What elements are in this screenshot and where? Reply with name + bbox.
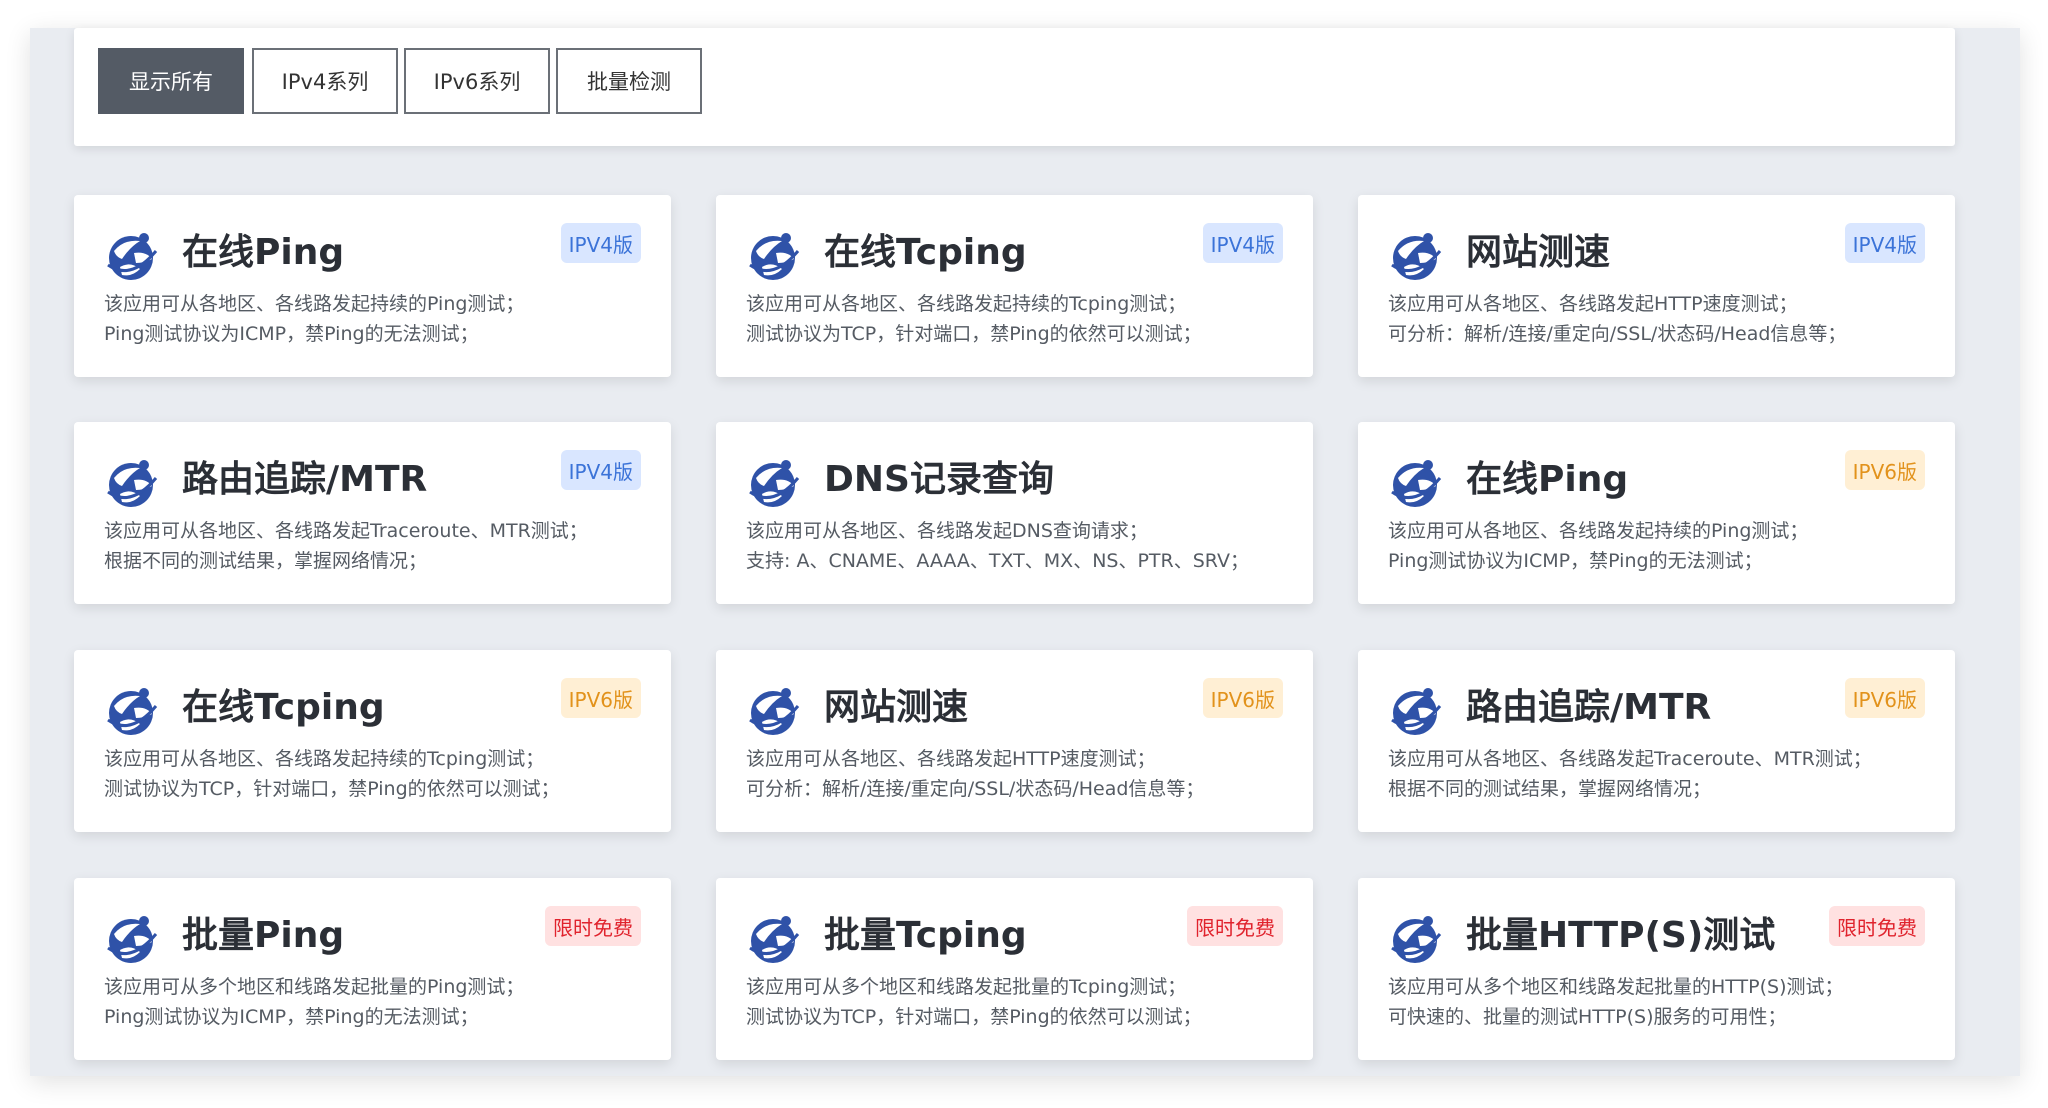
globe-network-icon (104, 456, 158, 510)
description-line: Ping测试协议为ICMP，禁Ping的无法测试； (104, 1006, 479, 1028)
version-badge: IPV4版 (1844, 223, 1925, 263)
card-description: 该应用可从多个地区和线路发起批量的Ping测试； Ping测试协议为ICMP，禁P… (104, 972, 651, 1032)
card-description: 该应用可从各地区、各线路发起持续的Ping测试； Ping测试协议为ICMP，禁P… (1388, 516, 1935, 576)
description-line: 测试协议为TCP，针对端口，禁Ping的依然可以测试； (746, 1006, 1202, 1028)
version-badge: IPV6版 (1202, 678, 1283, 718)
card-title: 路由追踪/MTR (1466, 687, 1712, 728)
globe-network-icon (1388, 456, 1442, 510)
filter-bar: 显示所有 IPv4系列 IPv6系列 批量检测 (74, 28, 1955, 146)
globe-network-icon (746, 456, 800, 510)
description-line: 根据不同的测试结果，掌握网络情况； (104, 550, 428, 572)
globe-network-icon (104, 912, 158, 966)
version-badge: 限时免费 (1187, 906, 1283, 946)
card-description: 该应用可从多个地区和线路发起批量的Tcping测试； 测试协议为TCP，针对端口，… (746, 972, 1293, 1032)
tool-card-ping-ipv6[interactable]: 在线Ping IPV6版该应用可从各地区、各线路发起持续的Ping测试； Ping测… (1358, 422, 1955, 604)
description-line: 该应用可从各地区、各线路发起Traceroute、MTR测试； (104, 520, 588, 542)
description-line: 该应用可从各地区、各线路发起HTTP速度测试； (746, 748, 1156, 770)
description-line: 该应用可从各地区、各线路发起持续的Ping测试； (1388, 520, 1809, 542)
tool-card-tcping-ipv6[interactable]: 在线Tcping IPV6版该应用可从各地区、各线路发起持续的Tcping测试； 测… (74, 650, 671, 832)
card-description: 该应用可从各地区、各线路发起HTTP速度测试； 可分析：解析/连接/重定向/SSL… (746, 744, 1293, 804)
globe-network-icon (1388, 684, 1442, 738)
tool-card-mtr-ipv4[interactable]: 路由追踪/MTR IPV4版该应用可从各地区、各线路发起Traceroute、MT… (74, 422, 671, 604)
filter-batch-button[interactable]: 批量检测 (556, 48, 702, 114)
card-description: 该应用可从各地区、各线路发起Traceroute、MTR测试； 根据不同的测试结果… (104, 516, 651, 576)
card-title: 批量Ping (182, 915, 345, 956)
filter-ipv4-button[interactable]: IPv4系列 (252, 48, 398, 114)
card-title: 在线Tcping (182, 687, 385, 728)
tool-card-batch-http[interactable]: 批量HTTP(S)测试 限时免费该应用可从多个地区和线路发起批量的HTTP(S)测… (1358, 878, 1955, 1060)
tool-card-speedtest-ipv6[interactable]: 网站测速 IPV6版该应用可从各地区、各线路发起HTTP速度测试； 可分析：解析/连… (716, 650, 1313, 832)
description-line: 该应用可从多个地区和线路发起批量的Tcping测试； (746, 976, 1187, 998)
card-title: 批量HTTP(S)测试 (1466, 915, 1776, 956)
version-badge: IPV4版 (560, 223, 641, 263)
tool-card-tcping-ipv4[interactable]: 在线Tcping IPV4版该应用可从各地区、各线路发起持续的Tcping测试； 测… (716, 195, 1313, 377)
description-line: Ping测试协议为ICMP，禁Ping的无法测试； (1388, 550, 1763, 572)
version-badge: IPV4版 (1202, 223, 1283, 263)
card-title: 路由追踪/MTR (182, 459, 428, 500)
description-line: 该应用可从各地区、各线路发起持续的Ping测试； (104, 293, 525, 315)
globe-network-icon (1388, 229, 1442, 283)
description-line: 测试协议为TCP，针对端口，禁Ping的依然可以测试； (104, 778, 560, 800)
tool-card-speedtest-ipv4[interactable]: 网站测速 IPV4版该应用可从各地区、各线路发起HTTP速度测试； 可分析：解析/连… (1358, 195, 1955, 377)
version-badge: IPV6版 (1844, 678, 1925, 718)
globe-network-icon (104, 684, 158, 738)
card-title: 网站测速 (1466, 232, 1611, 273)
description-line: 测试协议为TCP，针对端口，禁Ping的依然可以测试； (746, 323, 1202, 345)
description-line: 该应用可从多个地区和线路发起批量的Ping测试； (104, 976, 525, 998)
tool-card-ping-ipv4[interactable]: 在线Ping IPV4版该应用可从各地区、各线路发起持续的Ping测试； Ping测… (74, 195, 671, 377)
tool-card-batch-ping[interactable]: 批量Ping 限时免费该应用可从多个地区和线路发起批量的Ping测试； Ping测试… (74, 878, 671, 1060)
description-line: 可分析：解析/连接/重定向/SSL/状态码/Head信息等； (1388, 323, 1847, 345)
card-description: 该应用可从多个地区和线路发起批量的HTTP(S)测试； 可快速的、批量的测试HTT… (1388, 972, 1935, 1032)
description-line: 该应用可从各地区、各线路发起HTTP速度测试； (1388, 293, 1798, 315)
version-badge: 限时免费 (1829, 906, 1925, 946)
description-line: 该应用可从各地区、各线路发起DNS查询请求； (746, 520, 1148, 542)
card-description: 该应用可从各地区、各线路发起持续的Tcping测试； 测试协议为TCP，针对端口，… (104, 744, 651, 804)
card-title: 在线Tcping (824, 232, 1027, 273)
description-line: 该应用可从各地区、各线路发起持续的Tcping测试； (104, 748, 545, 770)
tool-card-dns-lookup[interactable]: DNS记录查询该应用可从各地区、各线路发起DNS查询请求； 支持: A、CNAME… (716, 422, 1313, 604)
card-description: 该应用可从各地区、各线路发起Traceroute、MTR测试； 根据不同的测试结果… (1388, 744, 1935, 804)
card-title: 在线Ping (1466, 459, 1629, 500)
description-line: 可分析：解析/连接/重定向/SSL/状态码/Head信息等； (746, 778, 1205, 800)
card-description: 该应用可从各地区、各线路发起持续的Ping测试； Ping测试协议为ICMP，禁P… (104, 289, 651, 349)
version-badge: IPV6版 (1844, 450, 1925, 490)
description-line: 该应用可从各地区、各线路发起持续的Tcping测试； (746, 293, 1187, 315)
card-description: 该应用可从各地区、各线路发起持续的Tcping测试； 测试协议为TCP，针对端口，… (746, 289, 1293, 349)
description-line: 该应用可从各地区、各线路发起Traceroute、MTR测试； (1388, 748, 1872, 770)
description-line: 支持: A、CNAME、AAAA、TXT、MX、NS、PTR、SRV； (746, 550, 1249, 572)
version-badge: 限时免费 (545, 906, 641, 946)
filter-ipv6-button[interactable]: IPv6系列 (404, 48, 550, 114)
description-line: Ping测试协议为ICMP，禁Ping的无法测试； (104, 323, 479, 345)
version-badge: IPV6版 (560, 678, 641, 718)
globe-network-icon (746, 684, 800, 738)
globe-network-icon (746, 229, 800, 283)
card-description: 该应用可从各地区、各线路发起DNS查询请求； 支持: A、CNAME、AAAA、T… (746, 516, 1293, 576)
card-title: 批量Tcping (824, 915, 1027, 956)
description-line: 根据不同的测试结果，掌握网络情况； (1388, 778, 1712, 800)
description-line: 该应用可从多个地区和线路发起批量的HTTP(S)测试； (1388, 976, 1844, 998)
filter-all-button[interactable]: 显示所有 (98, 48, 244, 114)
card-title: 在线Ping (182, 232, 345, 273)
tool-card-mtr-ipv6[interactable]: 路由追踪/MTR IPV6版该应用可从各地区、各线路发起Traceroute、MT… (1358, 650, 1955, 832)
card-title: 网站测速 (824, 687, 969, 728)
card-description: 该应用可从各地区、各线路发起HTTP速度测试； 可分析：解析/连接/重定向/SSL… (1388, 289, 1935, 349)
globe-network-icon (1388, 912, 1442, 966)
globe-network-icon (104, 229, 158, 283)
globe-network-icon (746, 912, 800, 966)
tool-card-batch-tcping[interactable]: 批量Tcping 限时免费该应用可从多个地区和线路发起批量的Tcping测试； 测试… (716, 878, 1313, 1060)
card-title: DNS记录查询 (824, 459, 1054, 500)
version-badge: IPV4版 (560, 450, 641, 490)
description-line: 可快速的、批量的测试HTTP(S)服务的可用性； (1388, 1006, 1787, 1028)
